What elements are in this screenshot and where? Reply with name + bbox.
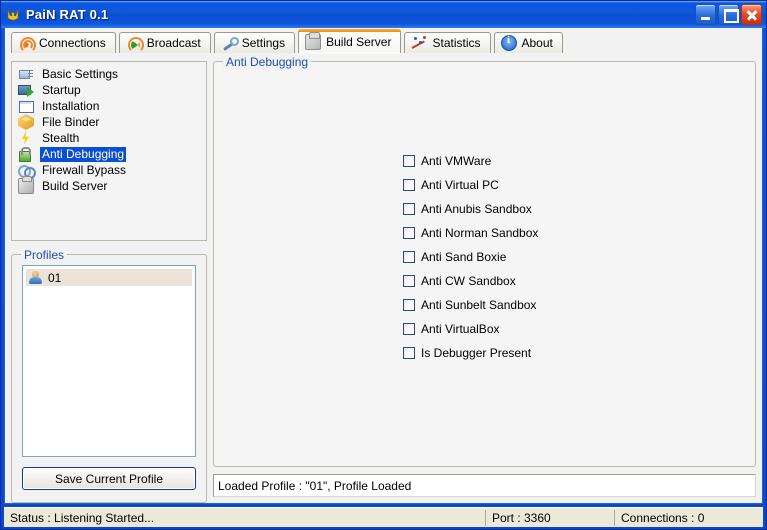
checkbox-icon[interactable] (403, 323, 415, 335)
checkbox-icon[interactable] (403, 203, 415, 215)
status-bar: Status : Listening Started... Port : 336… (4, 507, 763, 527)
checkbox-icon[interactable] (403, 155, 415, 167)
profiles-group: Profiles 01 Save Current Profile (11, 254, 207, 503)
sidebar-item-anti-debugging[interactable]: Anti Debugging (16, 146, 206, 162)
checkbox-icon[interactable] (403, 275, 415, 287)
stealth-icon (18, 130, 34, 146)
checkbox-label: Anti Virtual PC (421, 178, 499, 192)
checkbox-anti-virtual-pc[interactable]: Anti Virtual PC (403, 173, 755, 197)
application-window: PaiN RAT 0.1 Connections Broadcast Setti… (0, 0, 767, 530)
sidebar-item-label: File Binder (40, 115, 101, 130)
log-message: Loaded Profile : "01", Profile Loaded (213, 474, 756, 497)
settings-nav-list[interactable]: Basic Settings Startup Installation File… (11, 61, 207, 241)
sidebar-item-firewall-bypass[interactable]: Firewall Bypass (16, 162, 206, 178)
checkbox-icon[interactable] (403, 299, 415, 311)
tab-build-server[interactable]: Build Server (298, 29, 401, 53)
sidebar-item-label: Installation (40, 99, 101, 114)
profile-label: 01 (48, 271, 61, 285)
anti-debugging-group: Anti Debugging Anti VMWare Anti Virtual … (213, 61, 756, 467)
checkbox-label: Anti Sand Boxie (421, 250, 506, 264)
checkbox-icon[interactable] (403, 251, 415, 263)
checkbox-label: Anti VirtualBox (421, 322, 500, 336)
info-icon (501, 35, 517, 51)
antenna-arrow-icon (126, 35, 142, 51)
list-item[interactable]: 01 (26, 269, 192, 286)
checkbox-label: Anti CW Sandbox (421, 274, 516, 288)
tab-panel-build-server: Basic Settings Startup Installation File… (5, 52, 762, 503)
tab-broadcast[interactable]: Broadcast (119, 32, 211, 53)
checkbox-anti-sunbelt-sandbox[interactable]: Anti Sunbelt Sandbox (403, 293, 755, 317)
sidebar-item-label: Anti Debugging (40, 147, 126, 162)
checkbox-icon[interactable] (403, 227, 415, 239)
right-column: Anti Debugging Anti VMWare Anti Virtual … (213, 61, 756, 503)
checkbox-anti-norman-sandbox[interactable]: Anti Norman Sandbox (403, 221, 755, 245)
window-controls (695, 4, 762, 25)
sidebar-item-label: Startup (40, 83, 83, 98)
checkbox-icon[interactable] (403, 179, 415, 191)
checkbox-label: Anti VMWare (421, 154, 491, 168)
build-server-icon (18, 178, 34, 194)
anti-debugging-group-label: Anti Debugging (223, 55, 311, 69)
checkbox-label: Anti Anubis Sandbox (421, 202, 532, 216)
sidebar-item-basic-settings[interactable]: Basic Settings (16, 66, 206, 82)
anti-debugging-options: Anti VMWare Anti Virtual PC Anti Anubis … (214, 149, 755, 365)
checkbox-anti-virtualbox[interactable]: Anti VirtualBox (403, 317, 755, 341)
tab-strip: Connections Broadcast Settings Build Ser… (5, 28, 762, 53)
checkbox-label: Anti Sunbelt Sandbox (421, 298, 536, 312)
port-text: Port : 3360 (486, 508, 614, 527)
tab-statistics[interactable]: Statistics (404, 32, 490, 53)
tab-label: Broadcast (147, 36, 201, 50)
sidebar-item-file-binder[interactable]: File Binder (16, 114, 206, 130)
tab-label: Statistics (432, 36, 480, 50)
checkbox-label: Anti Norman Sandbox (421, 226, 538, 240)
user-icon (28, 270, 43, 285)
sidebar-item-startup[interactable]: Startup (16, 82, 206, 98)
tab-connections[interactable]: Connections (11, 32, 116, 53)
tab-label: Build Server (326, 35, 391, 49)
profiles-list[interactable]: 01 (22, 265, 196, 457)
close-button[interactable] (741, 4, 762, 25)
sidebar-item-stealth[interactable]: Stealth (16, 130, 206, 146)
maximize-button[interactable] (718, 4, 739, 25)
checkbox-label: Is Debugger Present (421, 346, 531, 360)
file-binder-icon (18, 114, 34, 130)
title-bar: PaiN RAT 0.1 (1, 1, 766, 28)
installation-icon (18, 98, 34, 114)
startup-icon (18, 82, 34, 98)
antenna-icon (18, 35, 34, 51)
tab-label: About (522, 36, 553, 50)
checkbox-anti-cw-sandbox[interactable]: Anti CW Sandbox (403, 269, 755, 293)
window-title: PaiN RAT 0.1 (26, 7, 695, 22)
anti-debugging-icon (18, 146, 34, 162)
wrench-icon (221, 35, 237, 51)
tab-about[interactable]: About (494, 32, 563, 53)
tab-settings[interactable]: Settings (214, 32, 295, 53)
sidebar-item-installation[interactable]: Installation (16, 98, 206, 114)
app-icon (5, 7, 21, 23)
checkbox-is-debugger-present[interactable]: Is Debugger Present (403, 341, 755, 365)
chart-icon (411, 35, 427, 51)
sidebar-item-label: Basic Settings (40, 67, 120, 82)
connections-text: Connections : 0 (615, 508, 763, 527)
checkbox-anti-sand-boxie[interactable]: Anti Sand Boxie (403, 245, 755, 269)
checkbox-anti-anubis-sandbox[interactable]: Anti Anubis Sandbox (403, 197, 755, 221)
sidebar-item-label: Stealth (40, 131, 81, 146)
cube-icon (305, 34, 321, 50)
checkbox-anti-vmware[interactable]: Anti VMWare (403, 149, 755, 173)
tab-label: Connections (39, 36, 106, 50)
client-area: Connections Broadcast Settings Build Ser… (4, 28, 763, 504)
sidebar-item-label: Firewall Bypass (40, 163, 128, 178)
profiles-group-label: Profiles (21, 248, 67, 262)
save-current-profile-button[interactable]: Save Current Profile (22, 467, 196, 490)
checkbox-icon[interactable] (403, 347, 415, 359)
basic-settings-icon (18, 66, 34, 82)
sidebar-item-build-server[interactable]: Build Server (16, 178, 206, 194)
minimize-button[interactable] (695, 4, 716, 25)
left-column: Basic Settings Startup Installation File… (11, 61, 207, 503)
status-text: Status : Listening Started... (4, 508, 485, 527)
sidebar-item-label: Build Server (40, 179, 109, 194)
tab-label: Settings (242, 36, 285, 50)
